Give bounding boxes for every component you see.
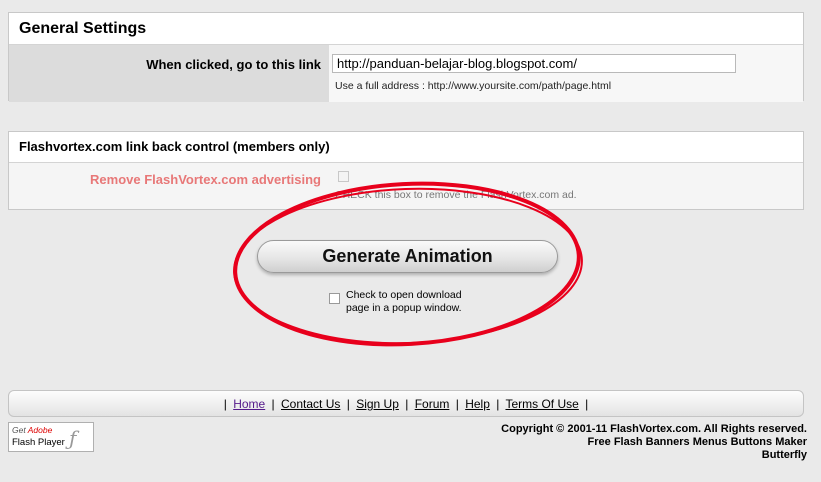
- nav-separator: |: [223, 397, 227, 411]
- remove-ad-row: Remove FlashVortex.com advertising CHECK…: [9, 163, 803, 210]
- popup-checkbox[interactable]: [329, 293, 340, 304]
- link-hint: Use a full address : http://www.yoursite…: [335, 80, 612, 92]
- badge-adobe-text: Adobe: [27, 425, 53, 435]
- nav-separator: |: [455, 397, 459, 411]
- nav-separator: |: [496, 397, 500, 411]
- popup-checkbox-label: Check to open download page in a popup w…: [346, 289, 462, 314]
- remove-ad-hint: CHECK this box to remove the FlashVortex…: [335, 189, 577, 201]
- nav-link-terms-of-use[interactable]: Terms Of Use: [505, 397, 578, 411]
- footer-copyright-block: Copyright © 2001-11 FlashVortex.com. All…: [501, 423, 807, 462]
- remove-ad-label: Remove FlashVortex.com advertising: [90, 172, 321, 187]
- link-url-input[interactable]: [332, 54, 736, 73]
- nav-separator: |: [405, 397, 409, 411]
- flash-f-icon: ƒ: [69, 426, 77, 450]
- general-settings-panel: General Settings When clicked, go to thi…: [8, 12, 804, 102]
- nav-link-contact-us[interactable]: Contact Us: [281, 397, 340, 411]
- nav-separator: |: [271, 397, 275, 411]
- link-label: When clicked, go to this link: [9, 45, 329, 102]
- badge-player-text: Flash Player: [12, 437, 65, 448]
- footer-nav-bar: | Home | Contact Us | Sign Up | Forum | …: [8, 390, 804, 417]
- tagline-text: Free Flash Banners Menus Buttons Maker: [587, 436, 807, 448]
- nav-separator: |: [346, 397, 350, 411]
- get-flash-player-badge[interactable]: Get Adobe Flash Player ƒ: [8, 422, 94, 452]
- remove-ad-cell: CHECK this box to remove the FlashVortex…: [329, 163, 803, 210]
- link-back-panel: Flashvortex.com link back control (membe…: [8, 131, 804, 210]
- link-back-title: Flashvortex.com link back control (membe…: [9, 132, 803, 163]
- nav-link-forum[interactable]: Forum: [415, 397, 450, 411]
- general-settings-title: General Settings: [9, 13, 803, 45]
- remove-ad-checkbox[interactable]: [338, 171, 349, 182]
- link-value-cell: Use a full address : http://www.yoursite…: [329, 45, 803, 102]
- nav-link-sign-up[interactable]: Sign Up: [356, 397, 399, 411]
- nav-link-help[interactable]: Help: [465, 397, 490, 411]
- generate-animation-button[interactable]: Generate Animation: [257, 240, 558, 273]
- effect-name-text: Butterfly: [761, 449, 807, 461]
- link-row: When clicked, go to this link Use a full…: [9, 45, 803, 102]
- nav-link-home[interactable]: Home: [233, 397, 265, 411]
- badge-get-text: Get Adobe: [12, 425, 53, 435]
- copyright-text: Copyright © 2001-11 FlashVortex.com. All…: [501, 423, 807, 435]
- nav-separator: |: [585, 397, 589, 411]
